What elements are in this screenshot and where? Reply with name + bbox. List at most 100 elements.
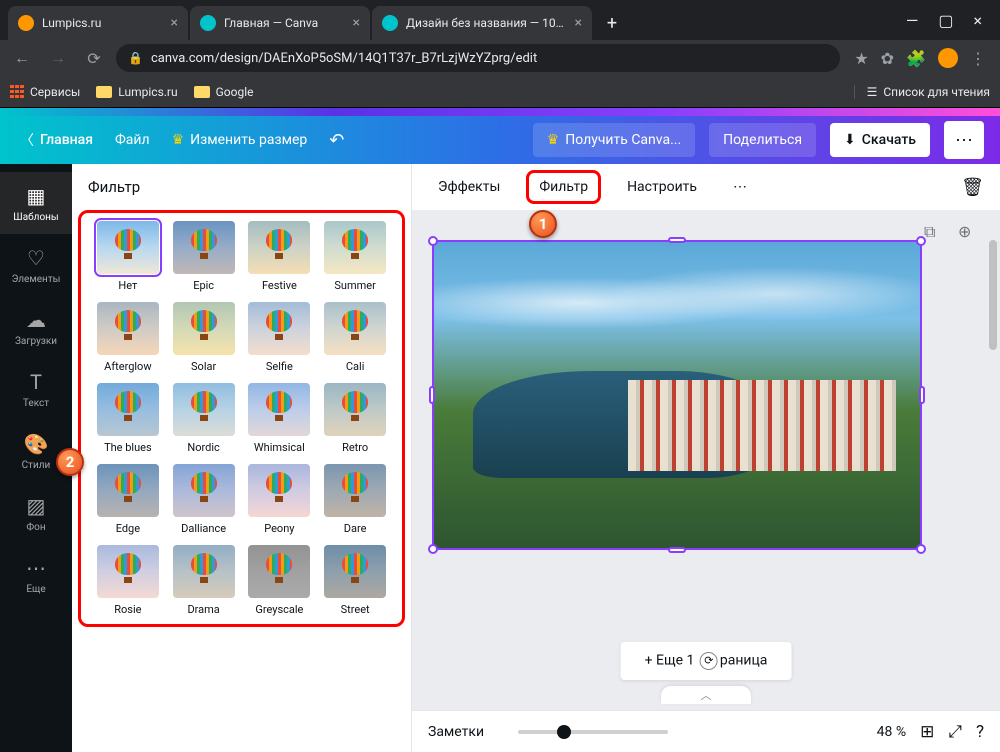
help-icon[interactable]: ? [976, 722, 984, 742]
resize-edge[interactable] [668, 237, 686, 243]
resize-handle[interactable] [916, 544, 926, 554]
page-navigator-toggle[interactable]: ︿ [661, 686, 751, 704]
filter-option-rosie[interactable]: Rosie [93, 545, 163, 616]
get-pro-button[interactable]: ♛ Получить Canva... [533, 123, 695, 157]
filter-thumbnail [173, 221, 235, 274]
sidebar-uploads[interactable]: ☁ Загрузки [0, 296, 72, 358]
resize-edge[interactable] [429, 386, 435, 404]
background-icon: ▨ [27, 494, 46, 518]
more-toolbar-button[interactable]: ⋯ [723, 171, 757, 203]
filter-option-retro[interactable]: Retro [320, 383, 390, 454]
image-content [434, 242, 920, 548]
download-button[interactable]: ⬇ Скачать [830, 123, 930, 157]
sidebar-templates[interactable]: ▦ Шаблоны [0, 172, 72, 234]
canvas-area: Эффекты Фильтр Настроить ⋯ 🗑 1 ⧉ ⊕ [412, 164, 1000, 752]
share-button[interactable]: Поделиться [709, 123, 816, 157]
filter-option-afterglow[interactable]: Afterglow [93, 302, 163, 373]
filter-thumbnail [173, 302, 235, 355]
browser-tab[interactable]: Lumpics.ru × [8, 6, 188, 40]
slider-thumb[interactable] [557, 725, 571, 739]
sidebar-more[interactable]: ⋯ Еще [0, 544, 72, 606]
home-button[interactable]: 〈 Главная [16, 122, 97, 158]
selected-image[interactable] [432, 240, 922, 550]
zoom-slider[interactable] [518, 730, 668, 734]
duplicate-page-icon[interactable]: ⧉ [924, 222, 946, 244]
filter-option-dare[interactable]: Dare [320, 464, 390, 535]
maximize-icon[interactable]: ▢ [938, 11, 953, 30]
close-icon[interactable]: × [353, 15, 360, 31]
adjust-button[interactable]: Настроить [617, 171, 707, 203]
scrollbar-vertical[interactable] [988, 240, 998, 706]
download-icon: ⬇ [844, 132, 856, 148]
sidebar-background[interactable]: ▨ Фон [0, 482, 72, 544]
filter-label: Selfie [266, 360, 293, 373]
filter-button[interactable]: Фильтр [526, 170, 601, 204]
browser-menu-icon[interactable]: ⋮ [970, 49, 986, 68]
minimize-icon[interactable]: — [906, 11, 919, 30]
filter-thumbnail [324, 302, 386, 355]
filter-label: Epic [193, 279, 214, 292]
filter-option-dalliance[interactable]: Dalliance [169, 464, 239, 535]
filter-option-peony[interactable]: Peony [245, 464, 315, 535]
sidebar-elements[interactable]: ♡ Элементы [0, 234, 72, 296]
filter-option-nordic[interactable]: Nordic [169, 383, 239, 454]
filter-label: Nordic [187, 441, 219, 454]
extension-icon[interactable]: ✿ [881, 49, 894, 68]
filter-thumbnail [324, 464, 386, 517]
filter-option-festive[interactable]: Festive [245, 221, 315, 292]
extension-icon[interactable]: ★ [854, 49, 868, 68]
notes-button[interactable]: Заметки [428, 724, 484, 740]
sidebar-text[interactable]: T Текст [0, 358, 72, 420]
reading-list-button[interactable]: ☰ Список для чтения [854, 85, 990, 99]
filter-thumbnail [173, 383, 235, 436]
extensions-menu-icon[interactable]: 🧩 [906, 49, 926, 68]
forward-button[interactable]: → [44, 44, 72, 72]
resize-handle[interactable] [916, 236, 926, 246]
profile-avatar[interactable] [938, 48, 958, 68]
browser-tab[interactable]: Главная — Canva × [190, 6, 370, 40]
filter-option-solar[interactable]: Solar [169, 302, 239, 373]
close-icon[interactable]: × [575, 15, 582, 31]
browser-tab-active[interactable]: Дизайн без названия — 1024 × [372, 6, 592, 40]
new-tab-button[interactable]: + [598, 9, 626, 37]
filter-option-street[interactable]: Street [320, 545, 390, 616]
resize-handle[interactable] [428, 236, 438, 246]
filter-option-cali[interactable]: Cali [320, 302, 390, 373]
reload-button[interactable]: ⟳ [80, 44, 108, 72]
filter-option-summer[interactable]: Summer [320, 221, 390, 292]
file-menu[interactable]: Файл [111, 124, 154, 156]
resize-handle[interactable] [428, 544, 438, 554]
grid-view-icon[interactable]: ⊞ [920, 722, 934, 742]
filter-option-edge[interactable]: Edge [93, 464, 163, 535]
fullscreen-icon[interactable]: ⤢ [948, 722, 962, 742]
add-page-icon[interactable]: ⊕ [958, 222, 980, 244]
bookmark-folder[interactable]: Google [194, 85, 254, 99]
filter-option-drama[interactable]: Drama [169, 545, 239, 616]
filter-label: Street [341, 603, 370, 616]
panel-title: Фильтр [72, 164, 411, 210]
undo-button[interactable]: ↶ [325, 122, 348, 159]
elements-icon: ♡ [27, 246, 45, 270]
effects-button[interactable]: Эффекты [428, 171, 510, 203]
filter-option-нет[interactable]: Нет [93, 221, 163, 292]
close-window-icon[interactable]: × [973, 11, 982, 30]
resize-edge[interactable] [668, 547, 686, 553]
canvas-viewport[interactable]: ⧉ ⊕ + Еще 1 ⟳раница [412, 210, 1000, 752]
close-icon[interactable]: × [171, 15, 178, 31]
bookmark-services[interactable]: Сервисы [10, 85, 80, 99]
url-input[interactable]: 🔒 canva.com/design/DAEnXoP5oSM/14Q1T37r_… [116, 44, 840, 72]
filter-option-the-blues[interactable]: The blues [93, 383, 163, 454]
filter-option-greyscale[interactable]: Greyscale [245, 545, 315, 616]
more-menu-button[interactable]: ⋯ [944, 121, 984, 159]
delete-button[interactable]: 🗑 [961, 177, 984, 198]
back-button[interactable]: ← [8, 44, 36, 72]
resize-edge[interactable] [919, 386, 925, 404]
filter-option-epic[interactable]: Epic [169, 221, 239, 292]
filter-option-whimsical[interactable]: Whimsical [245, 383, 315, 454]
add-page-button[interactable]: + Еще 1 ⟳раница [621, 642, 792, 680]
resize-button[interactable]: ♛ Изменить размер [168, 124, 312, 156]
filter-thumbnail [324, 545, 386, 598]
filter-option-selfie[interactable]: Selfie [245, 302, 315, 373]
bookmark-folder[interactable]: Lumpics.ru [96, 85, 177, 99]
canva-toolbar: 〈 Главная Файл ♛ Изменить размер ↶ ♛ Пол… [0, 116, 1000, 164]
